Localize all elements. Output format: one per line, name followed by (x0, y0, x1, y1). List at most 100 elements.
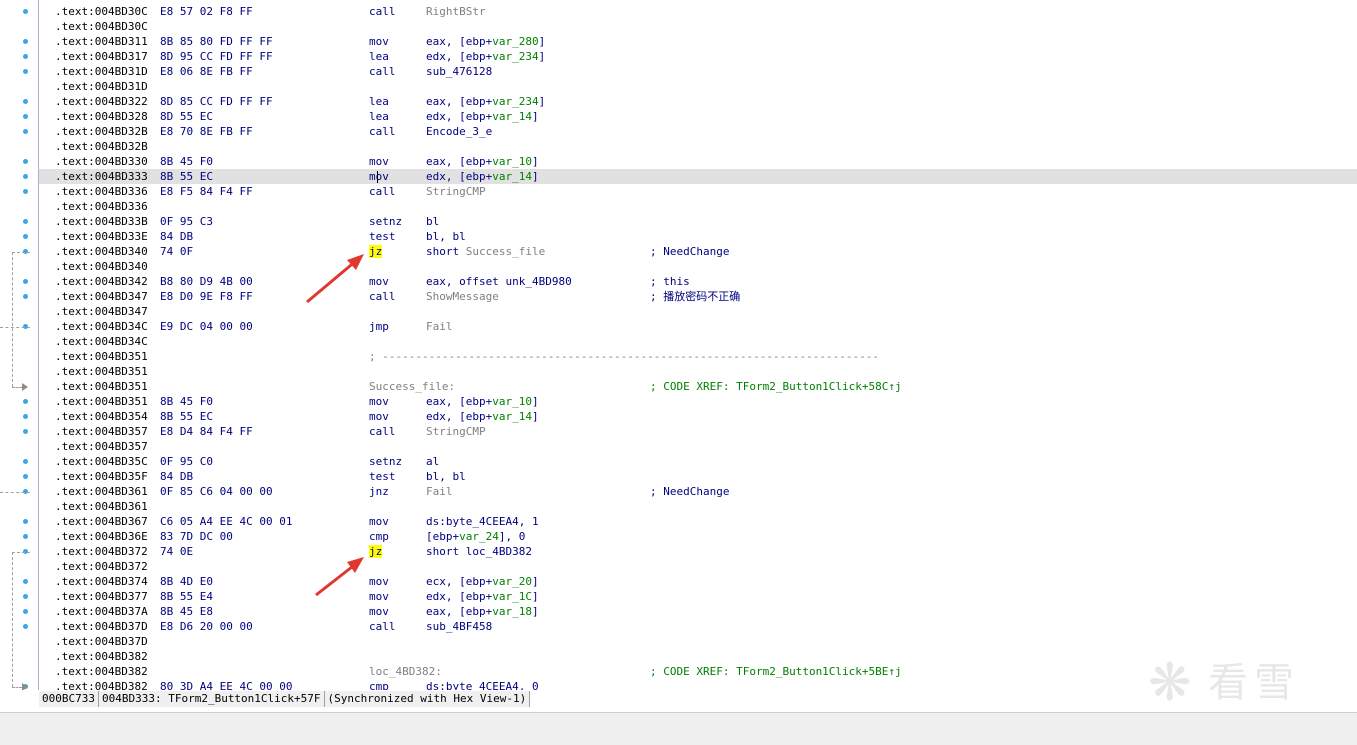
listing-line[interactable]: .text:004BD31D E8 06 8E FB FF call sub_4761… (39, 64, 1357, 79)
listing-line[interactable]: .text:004BD32B E8 70 8E FB FF call Encode_3… (39, 124, 1357, 139)
instruction-dot-icon[interactable] (23, 609, 28, 614)
operands[interactable]: StringCMP (426, 424, 486, 439)
operands[interactable]: al (426, 454, 439, 469)
mnemonic[interactable]: jz (369, 544, 383, 559)
line-address[interactable]: .text:004BD322 (55, 94, 148, 109)
operands[interactable]: StringCMP (426, 184, 486, 199)
instruction-dot-icon[interactable] (23, 219, 28, 224)
operands[interactable]: Fail (426, 319, 453, 334)
operands[interactable]: edx, [ebp+var_14] (426, 409, 539, 424)
operand-var[interactable]: var_1C (492, 590, 532, 603)
mnemonic[interactable]: call (369, 289, 396, 304)
listing-line[interactable]: .text:004BD372 74 0E jz short loc_4BD382 (39, 544, 1357, 559)
operands[interactable]: eax, [ebp+var_234] (426, 94, 545, 109)
mnemonic[interactable]: call (369, 619, 396, 634)
listing-line[interactable]: .text:004BD330 8B 45 F0 mov eax, [ebp+var_1… (39, 154, 1357, 169)
mnemonic[interactable]: cmp (369, 679, 389, 690)
line-address[interactable]: .text:004BD31D (55, 79, 148, 94)
operand-name[interactable]: Fail (426, 320, 453, 333)
mnemonic[interactable]: jz (369, 244, 383, 259)
listing-line[interactable]: .text:004BD317 8D 95 CC FD FF FF lea edx, [… (39, 49, 1357, 64)
listing-line[interactable]: .text:004BD367 C6 05 A4 EE 4C 00 01 mov ds:… (39, 514, 1357, 529)
operand-name[interactable]: ShowMessage (426, 290, 499, 303)
listing-line[interactable]: .text:004BD30C E8 57 02 F8 FF call RightBSt… (39, 4, 1357, 19)
operands[interactable]: eax, [ebp+var_280] (426, 34, 545, 49)
operand-name[interactable]: StringCMP (426, 185, 486, 198)
line-address[interactable]: .text:004BD347 (55, 289, 148, 304)
mnemonic[interactable]: lea (369, 109, 389, 124)
line-address[interactable]: .text:004BD35F (55, 469, 148, 484)
line-address[interactable]: .text:004BD377 (55, 589, 148, 604)
instruction-dot-icon[interactable] (23, 189, 28, 194)
instruction-dot-icon[interactable] (23, 39, 28, 44)
mnemonic[interactable]: call (369, 124, 396, 139)
instruction-dot-icon[interactable] (23, 129, 28, 134)
mnemonic[interactable]: setnz (369, 454, 402, 469)
operands[interactable]: Encode_3_e (426, 124, 492, 139)
listing-line[interactable]: .text:004BD35F 84 DB test bl, bl (39, 469, 1357, 484)
listing-line[interactable]: .text:004BD35C 0F 95 C0 setnz al (39, 454, 1357, 469)
mnemonic[interactable]: call (369, 424, 396, 439)
operand-name[interactable]: Fail (426, 485, 453, 498)
disassembly-listing[interactable]: .text:004BD30C E8 57 02 F8 FF call RightBSt… (39, 0, 1357, 690)
listing-line[interactable]: .text:004BD351 Success_file: ; CODE XREF: … (39, 379, 1357, 394)
operand-var[interactable]: var_280 (492, 35, 538, 48)
line-address[interactable]: .text:004BD382 (55, 664, 148, 679)
instruction-dot-icon[interactable] (23, 114, 28, 119)
instruction-dot-icon[interactable] (23, 294, 28, 299)
line-address[interactable]: .text:004BD34C (55, 319, 148, 334)
operands[interactable]: bl, bl (426, 229, 466, 244)
operands[interactable]: RightBStr (426, 4, 486, 19)
listing-line[interactable]: .text:004BD372 (39, 559, 1357, 574)
mnemonic[interactable]: mov (369, 589, 389, 604)
operands[interactable]: edx, [ebp+var_234] (426, 49, 545, 64)
line-address[interactable]: .text:004BD336 (55, 184, 148, 199)
code-label[interactable]: loc_4BD382: (369, 664, 442, 679)
line-address[interactable]: .text:004BD32B (55, 124, 148, 139)
mnemonic[interactable]: jmp (369, 319, 389, 334)
operands[interactable]: eax, [ebp+var_10] (426, 394, 539, 409)
listing-line[interactable]: .text:004BD361 0F 85 C6 04 00 00 jnz Fail ; … (39, 484, 1357, 499)
operands[interactable]: [ebp+var_24], 0 (426, 529, 525, 544)
line-address[interactable]: .text:004BD317 (55, 49, 148, 64)
xref-comment[interactable]: ; CODE XREF: TForm2_Button1Click+5BE↑j (650, 664, 902, 679)
line-address[interactable]: .text:004BD328 (55, 109, 148, 124)
mnemonic[interactable]: mov (369, 34, 389, 49)
instruction-dot-icon[interactable] (23, 159, 28, 164)
listing-line[interactable]: .text:004BD30C (39, 19, 1357, 34)
listing-line[interactable]: .text:004BD351 (39, 364, 1357, 379)
operand-var[interactable]: var_234 (492, 50, 538, 63)
code-label[interactable]: Success_file: (369, 379, 455, 394)
operands[interactable]: sub_4BF458 (426, 619, 492, 634)
mnemonic[interactable]: cmp (369, 529, 389, 544)
line-address[interactable]: .text:004BD30C (55, 4, 148, 19)
line-address[interactable]: .text:004BD35C (55, 454, 148, 469)
operands[interactable]: ecx, [ebp+var_20] (426, 574, 539, 589)
listing-line[interactable]: .text:004BD336 (39, 199, 1357, 214)
line-address[interactable]: .text:004BD37A (55, 604, 148, 619)
line-address[interactable]: .text:004BD34C (55, 334, 148, 349)
operands[interactable]: eax, [ebp+var_10] (426, 154, 539, 169)
line-address[interactable]: .text:004BD382 (55, 649, 148, 664)
mnemonic[interactable]: mov (369, 169, 389, 184)
listing-line[interactable]: .text:004BD31D (39, 79, 1357, 94)
operands[interactable]: edx, [ebp+var_14] (426, 109, 539, 124)
line-address[interactable]: .text:004BD336 (55, 199, 148, 214)
instruction-dot-icon[interactable] (23, 174, 28, 179)
instruction-dot-icon[interactable] (23, 579, 28, 584)
mnemonic[interactable]: mov (369, 394, 389, 409)
line-address[interactable]: .text:004BD31D (55, 64, 148, 79)
operands[interactable]: edx, [ebp+var_1C] (426, 589, 539, 604)
listing-line[interactable]: .text:004BD336 E8 F5 84 F4 FF call StringCM… (39, 184, 1357, 199)
operand-name[interactable]: Success_file (466, 245, 545, 258)
line-address[interactable]: .text:004BD340 (55, 259, 148, 274)
operands[interactable]: bl, bl (426, 469, 466, 484)
line-address[interactable]: .text:004BD382 (55, 679, 148, 690)
operand-var[interactable]: var_10 (492, 395, 532, 408)
operand-var[interactable]: var_14 (492, 170, 532, 183)
listing-line[interactable]: .text:004BD377 8B 55 E4 mov edx, [ebp+var_1… (39, 589, 1357, 604)
line-address[interactable]: .text:004BD351 (55, 364, 148, 379)
line-address[interactable]: .text:004BD374 (55, 574, 148, 589)
operand-var[interactable]: var_10 (492, 155, 532, 168)
line-address[interactable]: .text:004BD342 (55, 274, 148, 289)
